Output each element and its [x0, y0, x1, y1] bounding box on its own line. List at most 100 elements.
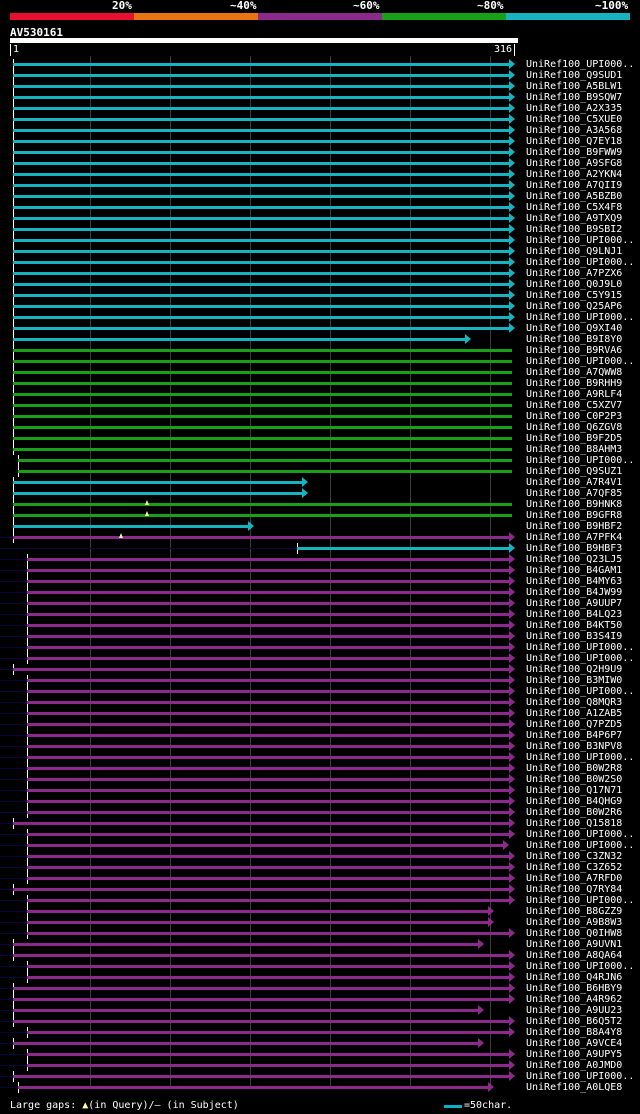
hit-bar[interactable]: [27, 591, 509, 594]
hit-row[interactable]: UniRef100_A7QF85: [0, 488, 640, 499]
hit-bar[interactable]: [27, 800, 509, 803]
hit-label[interactable]: UniRef100_A7PZX6: [526, 268, 622, 279]
hit-label[interactable]: UniRef100_B4LQ23: [526, 609, 622, 620]
hit-row[interactable]: UniRef100_B3MIW0: [0, 675, 640, 686]
hit-label[interactable]: UniRef100_UPI000..: [526, 686, 634, 697]
hit-bar[interactable]: [27, 811, 509, 814]
hit-bar[interactable]: [27, 767, 509, 770]
hit-label[interactable]: UniRef100_Q0J9L0: [526, 279, 622, 290]
hit-label[interactable]: UniRef100_Q9LNJ1: [526, 246, 622, 257]
hit-label[interactable]: UniRef100_B3NPV8: [526, 741, 622, 752]
hit-label[interactable]: UniRef100_B9RVA6: [526, 345, 622, 356]
hit-row[interactable]: UniRef100_B8AHM3: [0, 444, 640, 455]
hit-bar[interactable]: [13, 393, 512, 396]
hit-row[interactable]: UniRef100_A5BZB0: [0, 191, 640, 202]
hit-row[interactable]: UniRef100_UPI000..: [0, 235, 640, 246]
hit-bar[interactable]: [13, 206, 509, 209]
hit-label[interactable]: UniRef100_UPI000..: [526, 257, 634, 268]
hit-row[interactable]: UniRef100_UPI000..: [0, 653, 640, 664]
hit-label[interactable]: UniRef100_Q7RY84: [526, 884, 622, 895]
hit-bar[interactable]: [27, 756, 509, 759]
hit-row[interactable]: UniRef100_B0W2R8: [0, 763, 640, 774]
hit-label[interactable]: UniRef100_Q7EY18: [526, 136, 622, 147]
hit-bar[interactable]: [27, 877, 509, 880]
hit-bar[interactable]: [13, 272, 509, 275]
hit-row[interactable]: UniRef100_Q0IHW8: [0, 928, 640, 939]
hit-row[interactable]: UniRef100_Q25AP6: [0, 301, 640, 312]
hit-row[interactable]: UniRef100_B9GFR8: [0, 510, 640, 521]
hit-label[interactable]: UniRef100_A0LQE8: [526, 1082, 622, 1093]
hit-label[interactable]: UniRef100_A9VCE4: [526, 1038, 622, 1049]
hit-bar[interactable]: [13, 481, 302, 484]
hit-label[interactable]: UniRef100_A7RFD0: [526, 873, 622, 884]
hit-label[interactable]: UniRef100_B0W2R6: [526, 807, 622, 818]
hit-bar[interactable]: [13, 107, 509, 110]
hit-label[interactable]: UniRef100_Q4RJN6: [526, 972, 622, 983]
hit-label[interactable]: UniRef100_B6Q5T2: [526, 1016, 622, 1027]
hit-label[interactable]: UniRef100_UPI000..: [526, 752, 634, 763]
hit-bar[interactable]: [13, 954, 509, 957]
hit-row[interactable]: UniRef100_UPI000..: [0, 312, 640, 323]
hit-bar[interactable]: [13, 74, 509, 77]
hit-label[interactable]: UniRef100_A2YKN4: [526, 169, 622, 180]
hit-row[interactable]: UniRef100_UPI000..: [0, 840, 640, 851]
hit-bar[interactable]: [13, 987, 509, 990]
hit-label[interactable]: UniRef100_B8GZZ9: [526, 906, 622, 917]
hit-bar[interactable]: [13, 404, 512, 407]
hit-bar[interactable]: [13, 349, 512, 352]
hit-bar[interactable]: [27, 734, 509, 737]
hit-label[interactable]: UniRef100_C5X4F8: [526, 202, 622, 213]
hit-bar[interactable]: [27, 855, 509, 858]
hit-row[interactable]: UniRef100_Q9SUD1: [0, 70, 640, 81]
hit-row[interactable]: UniRef100_B4GAM1: [0, 565, 640, 576]
hit-row[interactable]: UniRef100_C5XUE0: [0, 114, 640, 125]
hit-label[interactable]: UniRef100_B4MY63: [526, 576, 622, 587]
hit-row[interactable]: UniRef100_Q2H9U9: [0, 664, 640, 675]
hit-bar[interactable]: [27, 844, 503, 847]
hit-label[interactable]: UniRef100_B4P6P7: [526, 730, 622, 741]
hit-row[interactable]: UniRef100_B9SBI2: [0, 224, 640, 235]
hit-row[interactable]: UniRef100_UPI000..: [0, 59, 640, 70]
hit-label[interactable]: UniRef100_A1ZAB5: [526, 708, 622, 719]
hit-bar[interactable]: [27, 558, 509, 561]
hit-label[interactable]: UniRef100_UPI000..: [526, 961, 634, 972]
hit-label[interactable]: UniRef100_A9RLF4: [526, 389, 622, 400]
hit-bar[interactable]: [27, 932, 509, 935]
hit-bar[interactable]: [13, 415, 512, 418]
hit-row[interactable]: UniRef100_Q8MQR3: [0, 697, 640, 708]
hit-row[interactable]: UniRef100_C3ZN32: [0, 851, 640, 862]
hit-row[interactable]: UniRef100_A3A568: [0, 125, 640, 136]
hit-label[interactable]: UniRef100_A7R4V1: [526, 477, 622, 488]
hit-label[interactable]: UniRef100_B9FWW9: [526, 147, 622, 158]
hit-row[interactable]: UniRef100_A5BLW1: [0, 81, 640, 92]
hit-label[interactable]: UniRef100_A9UUP7: [526, 598, 622, 609]
hit-label[interactable]: UniRef100_A5BZB0: [526, 191, 622, 202]
hit-bar[interactable]: [13, 514, 512, 517]
hit-label[interactable]: UniRef100_B4GAM1: [526, 565, 622, 576]
hit-bar[interactable]: [27, 613, 509, 616]
hit-row[interactable]: UniRef100_A9UVN1: [0, 939, 640, 950]
hit-label[interactable]: UniRef100_B9F2D5: [526, 433, 622, 444]
hit-label[interactable]: UniRef100_B9HBF2: [526, 521, 622, 532]
hit-bar[interactable]: [13, 217, 509, 220]
hit-row[interactable]: UniRef100_B0W2S0: [0, 774, 640, 785]
hit-bar[interactable]: [27, 1053, 509, 1056]
hit-label[interactable]: UniRef100_B0W2R8: [526, 763, 622, 774]
hit-label[interactable]: UniRef100_A2X335: [526, 103, 622, 114]
hit-bar[interactable]: [13, 668, 509, 671]
hit-label[interactable]: UniRef100_B9HNK8: [526, 499, 622, 510]
hit-bar[interactable]: [27, 624, 509, 627]
hit-row[interactable]: UniRef100_A2X335: [0, 103, 640, 114]
hit-row[interactable]: UniRef100_A0LQE8: [0, 1082, 640, 1093]
hit-row[interactable]: UniRef100_C5X4F8: [0, 202, 640, 213]
hit-bar[interactable]: [13, 338, 465, 341]
hit-row[interactable]: UniRef100_B8A4Y8: [0, 1027, 640, 1038]
hit-bar[interactable]: [27, 976, 509, 979]
hit-label[interactable]: UniRef100_A7QF85: [526, 488, 622, 499]
hit-bar[interactable]: [13, 1075, 509, 1078]
hit-bar[interactable]: [13, 492, 302, 495]
hit-row[interactable]: UniRef100_UPI000..: [0, 1071, 640, 1082]
hit-row[interactable]: UniRef100_A7QII9: [0, 180, 640, 191]
hit-label[interactable]: UniRef100_UPI000..: [526, 829, 634, 840]
hit-bar[interactable]: [18, 459, 512, 462]
